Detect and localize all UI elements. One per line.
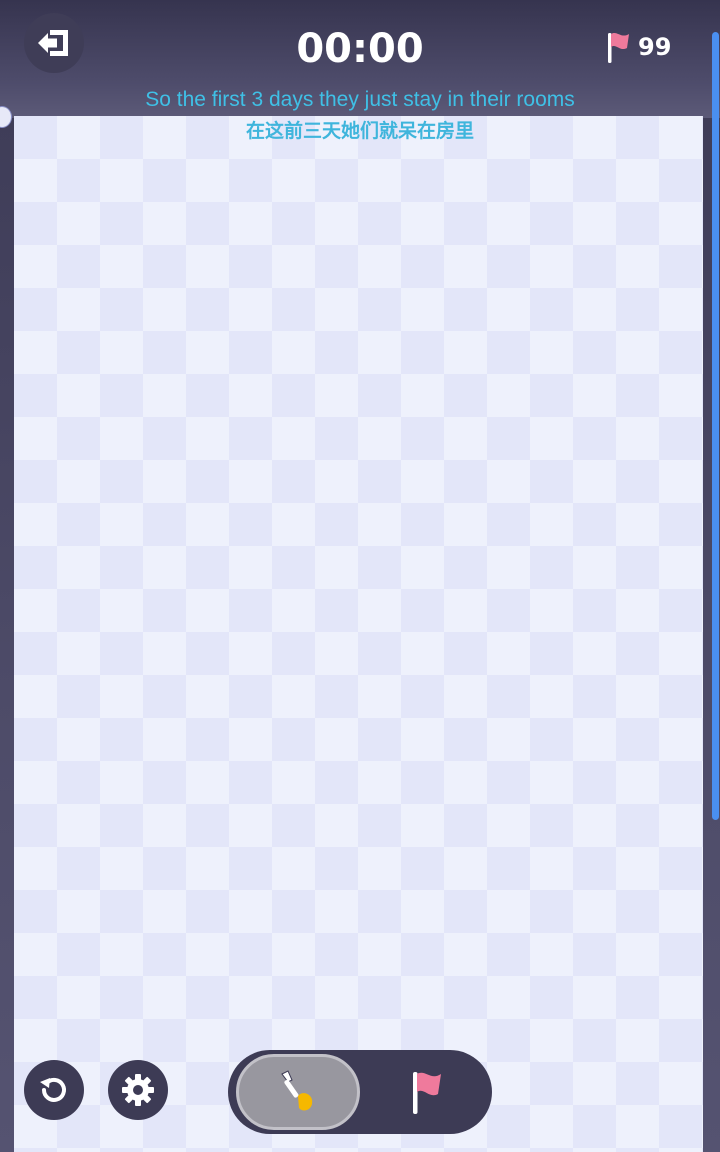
mode-toggle <box>228 1050 492 1134</box>
restart-button[interactable] <box>24 1060 84 1120</box>
subtitle-chinese: 在这前三天她们就呆在房里 <box>245 121 474 142</box>
exit-icon <box>38 30 68 56</box>
subtitle-english: So the first 3 days they just stay in th… <box>145 88 575 111</box>
flag-mode-button[interactable] <box>368 1054 484 1130</box>
flags-remaining: 99 <box>638 33 672 61</box>
game-timer: 00:00 <box>296 26 424 72</box>
minefield-grid[interactable] <box>14 116 703 1152</box>
flag-icon <box>413 1072 441 1114</box>
exit-button[interactable] <box>24 13 84 73</box>
gear-icon <box>122 1074 154 1106</box>
dig-mode-button[interactable] <box>236 1054 360 1130</box>
settings-button[interactable] <box>108 1060 168 1120</box>
flag-icon <box>608 32 629 63</box>
flag-counter: 99 <box>604 27 671 67</box>
shovel-icon <box>281 1070 313 1111</box>
restart-icon <box>40 1077 66 1102</box>
scrollbar[interactable] <box>712 32 719 820</box>
